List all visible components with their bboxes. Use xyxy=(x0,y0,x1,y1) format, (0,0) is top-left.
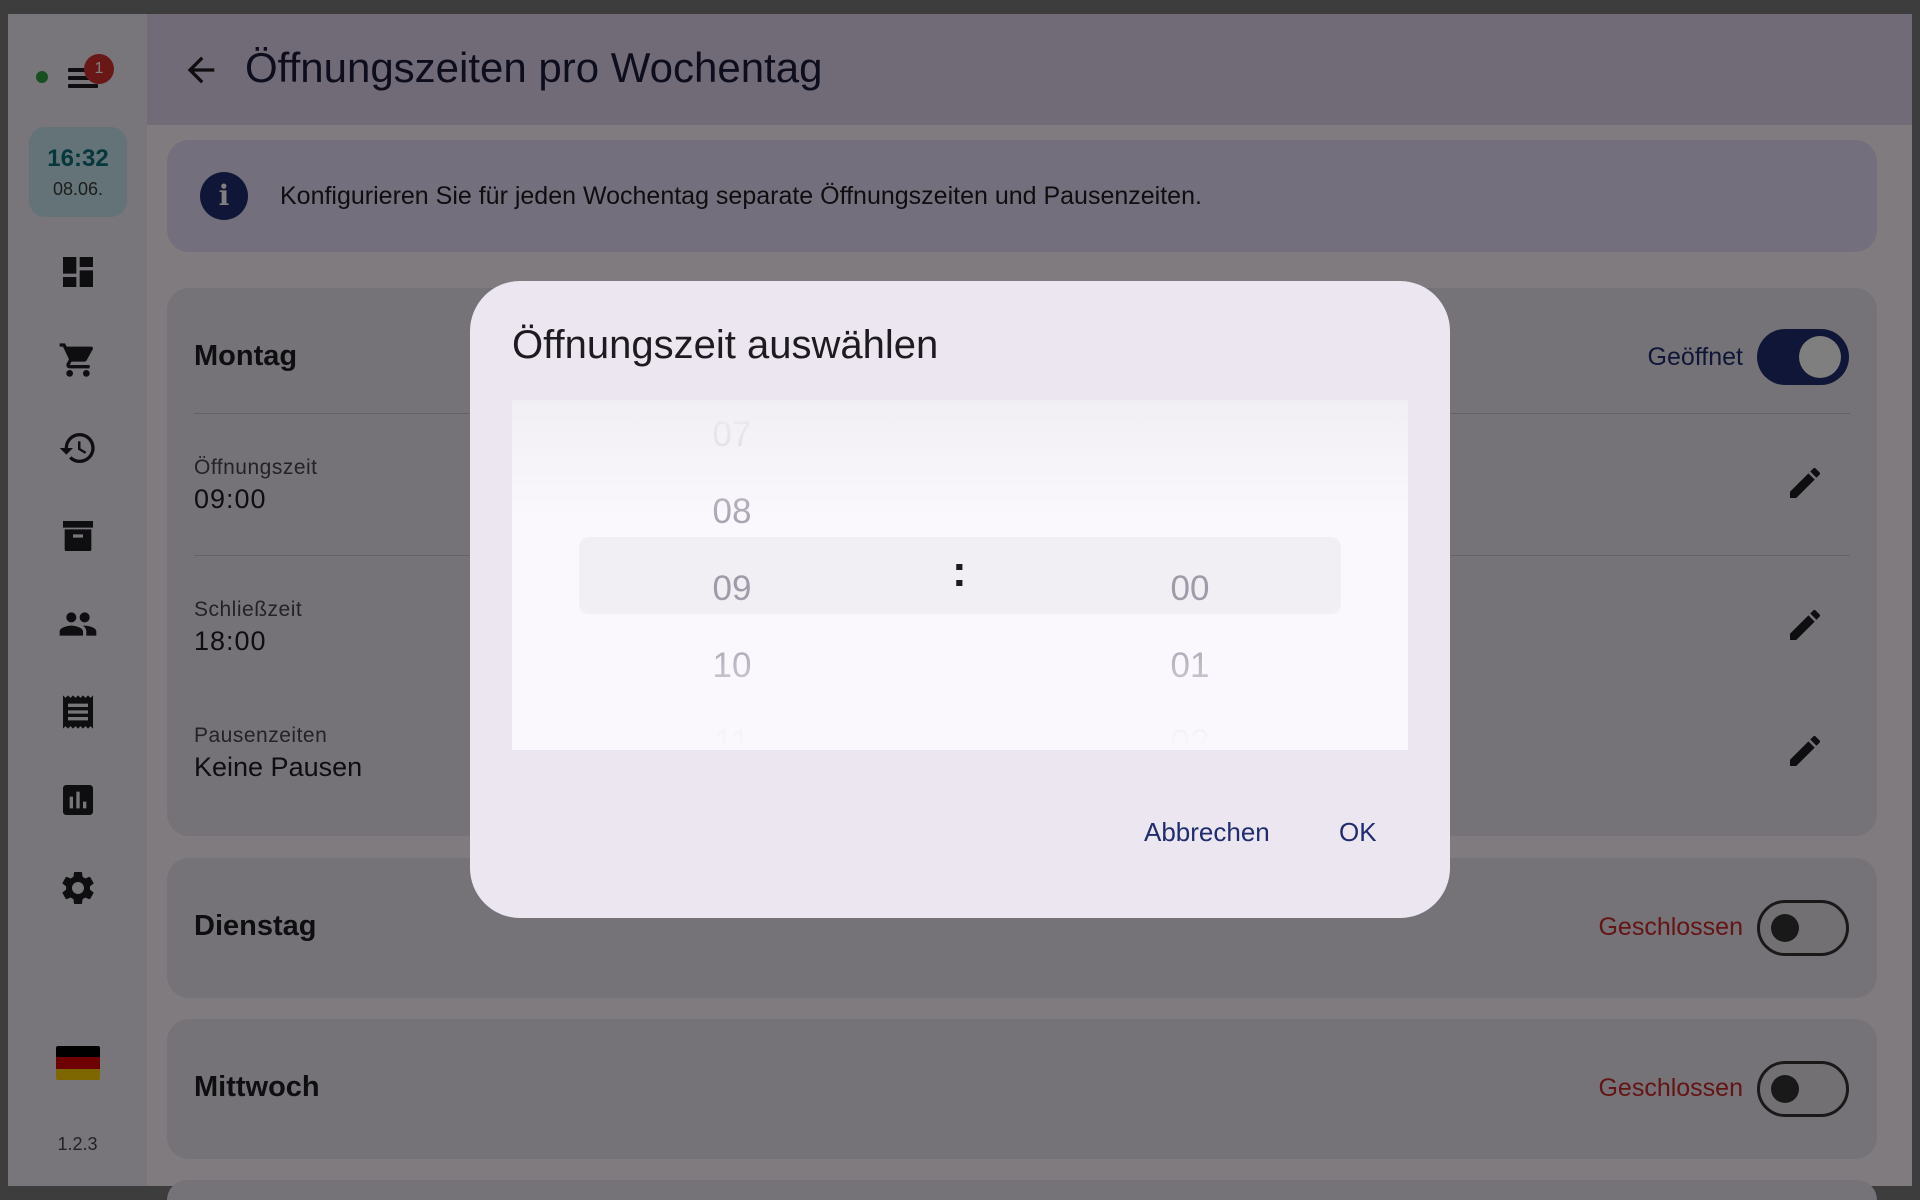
cancel-button[interactable]: Abbrechen xyxy=(1144,817,1270,848)
time-picker-wheel[interactable]: 07 08 09 10 11 : 00 01 02 xyxy=(512,400,1408,750)
picker-fade-top xyxy=(512,400,1408,520)
hour-option-selected[interactable]: 09 xyxy=(692,569,772,609)
dialog-title: Öffnungszeit auswählen xyxy=(512,323,939,367)
ok-button[interactable]: OK xyxy=(1339,817,1377,848)
time-separator: : xyxy=(952,547,967,596)
picker-fade-bottom xyxy=(512,640,1408,750)
time-picker-dialog: Öffnungszeit auswählen 07 08 09 10 11 : … xyxy=(470,281,1450,918)
minute-option-selected[interactable]: 00 xyxy=(1150,569,1230,609)
